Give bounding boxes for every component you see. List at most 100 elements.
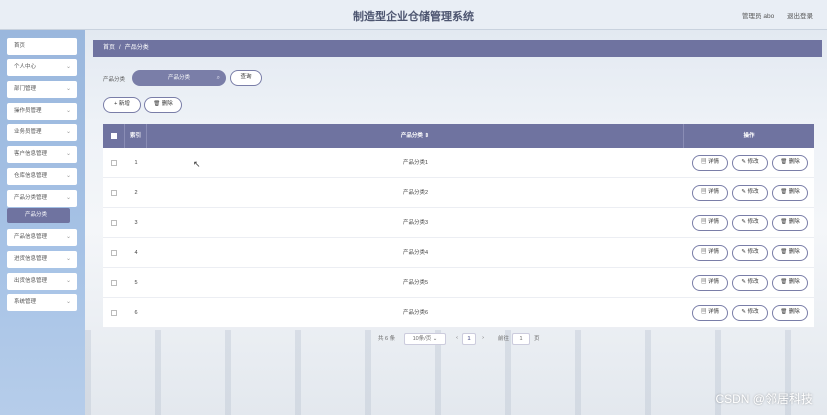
edit-button[interactable]: ✎ 修改	[732, 305, 768, 321]
total-count: 共 6 条	[378, 336, 396, 342]
search-input[interactable]: 产品分类 ⌕	[132, 70, 226, 86]
delete-button[interactable]: 🗑 删除	[772, 185, 808, 201]
row-index: 3	[134, 220, 138, 226]
prev-page-button[interactable]: ‹	[452, 333, 462, 345]
chevron-down-icon: ⌄	[65, 64, 71, 70]
delete-label: 删除	[788, 279, 800, 285]
delete-icon: 🗑	[780, 279, 789, 285]
detail-button[interactable]: ▤ 详情	[692, 215, 728, 231]
row-checkbox[interactable]	[111, 219, 117, 226]
sidebar-item[interactable]: 部门管理 ⌄	[7, 81, 77, 98]
next-page-button[interactable]: ›	[478, 333, 488, 345]
delete-button[interactable]: 🗑 删除	[772, 245, 808, 261]
select-all-checkbox[interactable]	[110, 132, 117, 139]
breadcrumb: 首页 / 产品分类	[93, 40, 822, 57]
table-row: 2 产品分类2 ▤ 详情 ✎ 修改 🗑 删除	[103, 178, 814, 208]
page-suffix: 页	[534, 336, 540, 342]
delete-button[interactable]: 🗑 删除	[772, 155, 808, 171]
edit-label: 修改	[747, 309, 759, 315]
page-size-value: 10条/页	[412, 336, 432, 342]
header-index: 索引	[125, 124, 147, 148]
detail-button[interactable]: ▤ 详情	[692, 275, 728, 291]
sidebar-item[interactable]: 系统管理 ⌄	[7, 294, 77, 311]
search-icon: ⌕	[216, 75, 220, 81]
sidebar-item[interactable]: 操作员管理 ⌄	[7, 103, 77, 120]
chevron-down-icon: ⌄	[65, 173, 71, 179]
table-header: 索引 产品分类 ⇕ 操作	[103, 124, 814, 148]
header-category[interactable]: 产品分类 ⇕	[147, 124, 684, 148]
detail-label: 详情	[708, 249, 720, 255]
row-index: 1	[134, 160, 138, 166]
row-checkbox[interactable]	[111, 159, 117, 166]
chevron-down-icon: ⌄	[65, 151, 71, 157]
row-checkbox-cell	[103, 178, 125, 208]
row-index: 4	[134, 250, 138, 256]
detail-button[interactable]: ▤ 详情	[692, 155, 728, 171]
delete-label: 删除	[788, 309, 800, 315]
sidebar-item[interactable]: 产品分类管理 ⌄	[7, 190, 77, 207]
search-label: 产品分类	[103, 77, 126, 83]
sidebar-item-label: 操作员管理	[14, 108, 42, 114]
edit-button[interactable]: ✎ 修改	[732, 245, 768, 261]
sidebar-item[interactable]: 进货信息管理 ⌄	[7, 251, 77, 268]
detail-button[interactable]: ▤ 详情	[692, 245, 728, 261]
sidebar-item[interactable]: 产品信息管理 ⌄	[7, 229, 77, 246]
chevron-down-icon: ⌄	[432, 336, 438, 342]
goto-page-input[interactable]: 1	[512, 333, 530, 345]
delete-label: 删除	[788, 219, 800, 225]
row-checkbox[interactable]	[111, 309, 117, 316]
sidebar-item[interactable]: 个人中心 ⌄	[7, 59, 77, 76]
edit-label: 修改	[747, 219, 759, 225]
detail-label: 详情	[708, 159, 720, 165]
trash-icon: 🗑	[153, 101, 161, 107]
breadcrumb-current: 产品分类	[124, 45, 149, 51]
row-index: 6	[134, 310, 138, 316]
detail-icon: ▤	[700, 189, 708, 195]
detail-label: 详情	[708, 189, 720, 195]
detail-label: 详情	[708, 309, 720, 315]
delete-button[interactable]: 🗑 删除	[772, 305, 808, 321]
sidebar-item[interactable]: 仓库信息管理 ⌄	[7, 168, 77, 185]
sidebar-item[interactable]: 首页	[7, 38, 77, 55]
delete-icon: 🗑	[780, 189, 789, 195]
detail-icon: ▤	[700, 279, 708, 285]
row-checkbox[interactable]	[111, 249, 117, 256]
header-actions: 操作	[743, 133, 755, 139]
row-checkbox[interactable]	[111, 279, 117, 286]
row-category: 产品分类5	[402, 280, 429, 286]
breadcrumb-home[interactable]: 首页	[103, 45, 115, 51]
query-button[interactable]: 查询	[230, 70, 262, 86]
row-checkbox-cell	[103, 298, 125, 328]
edit-button[interactable]: ✎ 修改	[732, 215, 768, 231]
sidebar-item[interactable]: 出货信息管理 ⌄	[7, 273, 77, 290]
detail-button[interactable]: ▤ 详情	[692, 185, 728, 201]
row-category: 产品分类1	[402, 160, 429, 166]
chevron-down-icon: ⌄	[65, 86, 71, 92]
edit-button[interactable]: ✎ 修改	[732, 185, 768, 201]
sidebar-item-label: 仓库信息管理	[14, 173, 48, 179]
pagination: 共 6 条 10条/页 ⌄ ‹ 1 › 前往 1 页	[0, 333, 827, 345]
sidebar-item[interactable]: 业务员管理 ⌄	[7, 124, 77, 141]
delete-label: 删除	[788, 189, 800, 195]
edit-button[interactable]: ✎ 修改	[732, 275, 768, 291]
row-index: 2	[134, 190, 138, 196]
detail-button[interactable]: ▤ 详情	[692, 305, 728, 321]
chevron-down-icon: ⌄	[65, 278, 71, 284]
app-title: 制造型企业仓储管理系统	[353, 11, 474, 23]
row-checkbox[interactable]	[111, 189, 117, 196]
sidebar-subitem-active[interactable]: 产品分类	[7, 208, 70, 223]
batch-delete-button[interactable]: 🗑 删除	[144, 97, 182, 113]
admin-label: 管理员 abo	[742, 13, 775, 20]
row-category: 产品分类3	[402, 220, 429, 226]
table-row: 6 产品分类6 ▤ 详情 ✎ 修改 🗑 删除	[103, 298, 814, 328]
logout-link[interactable]: 退出登录	[787, 13, 813, 20]
sidebar-item[interactable]: 客户信息管理 ⌄	[7, 146, 77, 163]
add-button[interactable]: + 新增	[103, 97, 141, 113]
current-page[interactable]: 1	[462, 333, 476, 345]
page-size-select[interactable]: 10条/页 ⌄	[404, 333, 446, 345]
edit-button[interactable]: ✎ 修改	[732, 155, 768, 171]
row-category: 产品分类2	[402, 190, 429, 196]
delete-button[interactable]: 🗑 删除	[772, 215, 808, 231]
delete-button[interactable]: 🗑 删除	[772, 275, 808, 291]
edit-label: 修改	[747, 279, 759, 285]
